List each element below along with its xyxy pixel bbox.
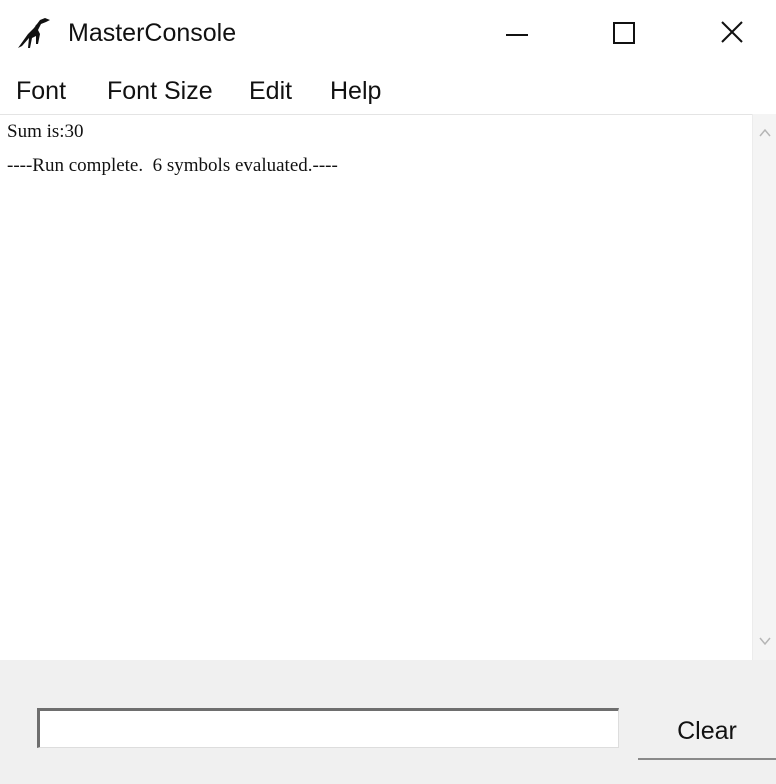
window-title: MasterConsole [68,19,237,47]
console-output[interactable]: Sum is:30 ----Run complete. 6 symbols ev… [0,114,752,661]
menu-font[interactable]: Font [14,74,68,108]
dinosaur-icon [14,14,54,54]
close-button[interactable] [680,0,776,66]
minimize-icon [506,34,528,36]
vertical-scrollbar[interactable] [752,114,776,660]
close-icon [721,21,743,43]
console-line: ----Run complete. 6 symbols evaluated.--… [7,155,338,176]
command-input[interactable] [37,708,619,748]
title-bar[interactable]: MasterConsole [0,0,776,66]
scroll-down-button[interactable] [753,626,776,656]
master-console-window: MasterConsole Font Font Size Edit Help S… [0,0,776,784]
menu-edit[interactable]: Edit [247,74,294,108]
menu-help[interactable]: Help [328,74,383,108]
chevron-down-icon [759,637,771,646]
maximize-button[interactable] [574,0,674,66]
menu-font-size[interactable]: Font Size [105,74,215,108]
chevron-up-icon [759,128,771,137]
menu-bar: Font Font Size Edit Help [0,70,776,112]
minimize-button[interactable] [468,0,568,66]
maximize-icon [613,22,635,44]
scroll-up-button[interactable] [753,118,776,148]
clear-button[interactable]: Clear [638,704,776,760]
console-line: Sum is:30 [7,121,84,142]
